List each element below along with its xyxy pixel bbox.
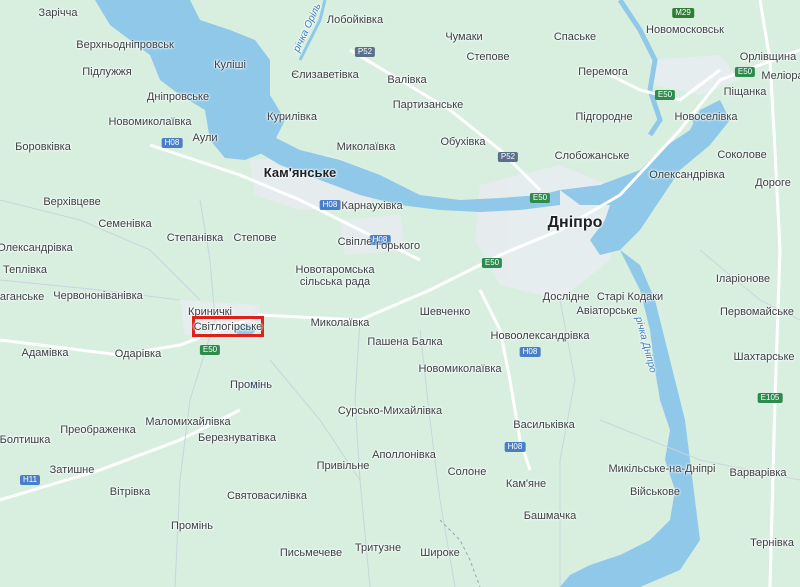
place-label[interactable]: Боровківка [15, 141, 71, 153]
city-label[interactable]: Кам'янське [264, 166, 336, 179]
place-label[interactable]: Спаське [554, 31, 596, 43]
place-label[interactable]: Дороге [755, 177, 791, 189]
place-label[interactable]: Перемога [578, 66, 628, 78]
place-label[interactable]: Затишне [50, 464, 95, 476]
place-label[interactable]: Преображенка [60, 424, 136, 436]
place-label[interactable]: Олександрівка [649, 169, 725, 181]
place-label[interactable]: Аули [192, 132, 217, 144]
place-label[interactable]: Орлівщина [740, 51, 796, 63]
place-label[interactable]: Дослідне [543, 291, 590, 303]
place-label[interactable]: Семенівка [98, 218, 151, 230]
place-label[interactable]: Підгородне [575, 111, 632, 123]
place-label[interactable]: Авіаторське [577, 305, 638, 317]
place-label[interactable]: Привільне [317, 460, 370, 472]
place-label[interactable]: Олександрівка [0, 242, 73, 254]
place-label[interactable]: Новотаромська сільська рада [285, 264, 385, 288]
place-label[interactable]: Меліорати [761, 70, 800, 82]
place-label[interactable]: Письмечеве [280, 547, 342, 559]
place-label[interactable]: Шахтарське [733, 351, 794, 363]
place-label[interactable]: Слобожанське [555, 150, 630, 162]
place-label[interactable]: Військове [630, 486, 680, 498]
place-label[interactable]: Святовасилівка [227, 490, 307, 502]
place-label[interactable]: Промінь [171, 520, 213, 532]
place-label[interactable]: Степове [234, 232, 277, 244]
place-label[interactable]: Єлизаветівка [291, 69, 359, 81]
place-label[interactable]: Маломихайлівка [145, 416, 230, 428]
place-label[interactable]: Курилівка [267, 111, 317, 123]
road-shield: H08 [319, 200, 341, 210]
place-label[interactable]: Свіпле [338, 236, 373, 248]
road-shield: P52 [354, 47, 376, 57]
place-label[interactable]: Верхньодніпровськ [76, 39, 174, 51]
place-label[interactable]: Карнаухівка [341, 200, 402, 212]
place-label[interactable]: Кам'яне [506, 478, 546, 490]
road-shield: E50 [529, 193, 551, 203]
place-label[interactable]: Партизанське [393, 99, 464, 111]
place-label[interactable]: Адамівка [22, 347, 69, 359]
place-label[interactable]: Миколаївка [311, 317, 370, 329]
place-label[interactable]: Дніпровське [147, 91, 209, 103]
place-label[interactable]: Тернівка [750, 537, 794, 549]
place-label[interactable]: Вітрівка [110, 486, 150, 498]
place-label[interactable]: Лобойківка [327, 14, 383, 26]
place-label[interactable]: Верхівцеве [43, 196, 100, 208]
place-label[interactable]: Болтишка [0, 434, 50, 446]
place-label[interactable]: Пашена Балка [367, 336, 442, 348]
place-label[interactable]: Новомиколаївка [418, 363, 501, 375]
road-shield: E105 [757, 393, 783, 403]
road-shield: E50 [734, 67, 756, 77]
place-label[interactable]: Саганське [0, 291, 44, 303]
road-shield: H08 [519, 347, 541, 357]
place-label[interactable]: Підлужжя [82, 66, 131, 78]
place-label[interactable]: Миколаївка [337, 141, 396, 153]
place-label[interactable]: Первомайське [720, 306, 794, 318]
place-label[interactable]: Микільське-на-Дніпрі [608, 463, 715, 475]
place-label[interactable]: Аполлонівка [372, 449, 436, 461]
road-shield: H11 [19, 475, 41, 485]
place-label[interactable]: Промінь [230, 379, 272, 391]
place-label[interactable]: Шевченко [420, 306, 471, 318]
place-label[interactable]: Піщанка [724, 86, 767, 98]
place-label[interactable]: Степанівка [167, 232, 224, 244]
place-label[interactable]: Валівка [387, 74, 426, 86]
road-shield: H08 [504, 442, 526, 452]
place-label[interactable]: Горького [376, 240, 420, 252]
road-shield: P52 [497, 152, 519, 162]
place-label[interactable]: Новоселівка [674, 111, 737, 123]
road-shield: H08 [161, 138, 183, 148]
city-label[interactable]: Дніпро [548, 215, 603, 231]
place-label[interactable]: Зарічча [39, 7, 78, 19]
place-label[interactable]: Новомиколаївка [108, 116, 191, 128]
highlighted-place-label[interactable]: Світлогірське [194, 321, 263, 333]
place-label[interactable]: Старі Кодаки [597, 291, 663, 303]
place-label[interactable]: Новоолександрівка [491, 330, 590, 342]
place-label[interactable]: Обухівка [440, 136, 485, 148]
place-label[interactable]: Широке [420, 547, 460, 559]
place-label[interactable]: Чумаки [445, 31, 482, 43]
place-label[interactable]: Новомосковськ [646, 24, 724, 36]
place-label[interactable]: Березнуватівка [198, 432, 276, 444]
road-shield: M29 [672, 8, 694, 18]
map-canvas[interactable]: P52 P52 H08 H08 H08 H08 H08 H11 E50 E50 … [0, 0, 800, 587]
place-label[interactable]: Варварівка [730, 467, 787, 479]
place-label[interactable]: Солоне [448, 466, 487, 478]
place-label[interactable]: Сурсько-Михайлівка [338, 405, 442, 417]
place-label[interactable]: Соколове [717, 149, 766, 161]
place-label[interactable]: Куліші [214, 59, 246, 71]
road-shield: E50 [199, 345, 221, 355]
road-shield: E50 [481, 258, 503, 268]
road-shield: E50 [654, 90, 676, 100]
place-label[interactable]: Степове [467, 51, 510, 63]
place-label[interactable]: Іларіонове [716, 273, 770, 285]
place-label[interactable]: Башмачка [524, 510, 577, 522]
place-label[interactable]: Червононіванівка [53, 290, 143, 302]
place-label[interactable]: Васильківка [513, 419, 575, 431]
place-label[interactable]: Одарівка [115, 348, 161, 360]
place-label[interactable]: Тритузне [355, 542, 401, 554]
place-label[interactable]: Теплівка [3, 264, 47, 276]
